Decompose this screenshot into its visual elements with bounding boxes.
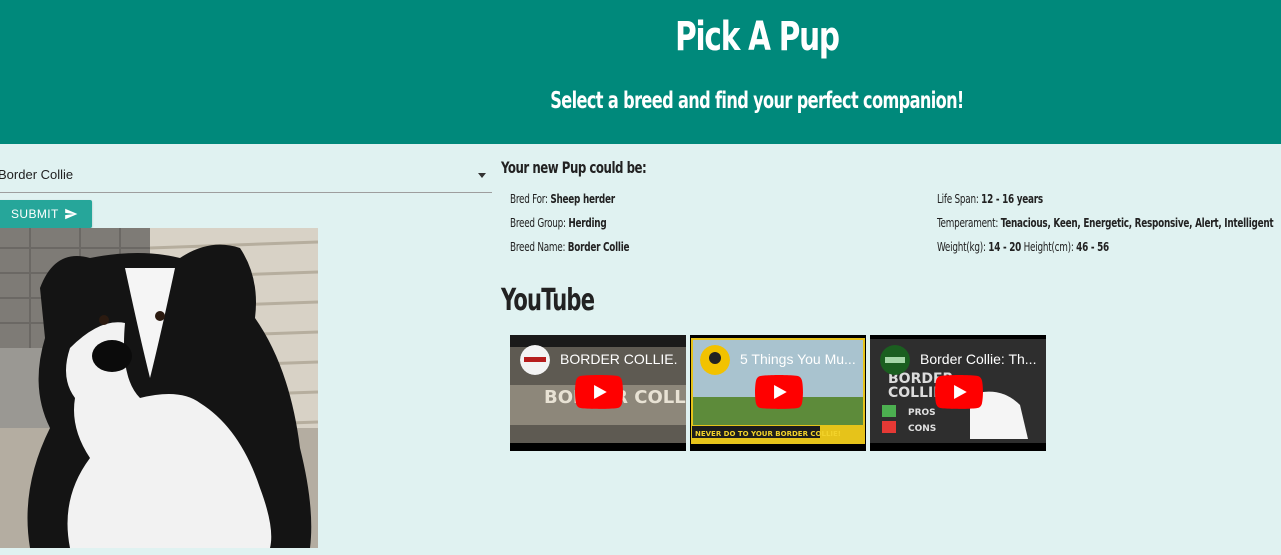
weight-label: Weight(kg): bbox=[937, 240, 986, 254]
submit-button-label: SUBMIT bbox=[11, 207, 59, 221]
breed-select[interactable]: Border Collie bbox=[0, 158, 492, 193]
channel-avatar bbox=[520, 345, 550, 375]
dropdown-caret-icon bbox=[478, 173, 486, 178]
result-heading: Your new Pup could be: bbox=[501, 158, 647, 177]
video-3-pros: PROS bbox=[908, 408, 936, 418]
video-2-banner-text: NEVER DO TO YOUR BORDER COLLIE! bbox=[695, 430, 841, 438]
youtube-heading: YouTube bbox=[501, 283, 595, 318]
life-span-row: Life Span: 12 - 16 years bbox=[937, 192, 1043, 206]
page-header: Pick A Pup Select a breed and find your … bbox=[0, 0, 1281, 144]
breed-name-value: Border Collie bbox=[567, 240, 630, 254]
breed-group-row: Breed Group: Herding bbox=[510, 216, 607, 230]
channel-avatar bbox=[700, 345, 730, 375]
play-icon bbox=[935, 375, 983, 409]
video-title: BORDER COLLIE... bbox=[560, 351, 678, 367]
breed-name-row: Breed Name: Border Collie bbox=[510, 240, 630, 254]
breed-group-label: Breed Group: bbox=[510, 216, 566, 230]
breed-select-value: Border Collie bbox=[0, 167, 74, 182]
page-title: Pick A Pup bbox=[675, 14, 840, 60]
height-label: Height(cm): bbox=[1023, 240, 1074, 254]
youtube-video-3[interactable]: BORDER COLLIE PROS CONS Border Collie: T… bbox=[870, 335, 1046, 451]
video-3-cons: CONS bbox=[908, 424, 936, 434]
dog-photo bbox=[0, 228, 318, 548]
channel-avatar bbox=[880, 345, 910, 375]
send-icon bbox=[65, 208, 78, 220]
video-title: 5 Things You Mu... bbox=[740, 351, 856, 367]
weight-value: 14 - 20 bbox=[988, 240, 1022, 254]
bred-for-value: Sheep herder bbox=[550, 192, 615, 206]
submit-button[interactable]: SUBMIT bbox=[0, 200, 92, 228]
height-value: 46 - 56 bbox=[1076, 240, 1109, 254]
bred-for-label: Bred For: bbox=[510, 192, 548, 206]
play-icon bbox=[575, 375, 623, 409]
youtube-video-2[interactable]: NEVER DO TO YOUR BORDER COLLIE! 5 Things… bbox=[690, 335, 866, 451]
weight-height-row: Weight(kg): 14 - 20 Height(cm): 46 - 56 bbox=[937, 240, 1109, 254]
life-span-label: Life Span: bbox=[937, 192, 979, 206]
temperament-value: Tenacious, Keen, Energetic, Responsive, … bbox=[1000, 216, 1274, 230]
breed-group-value: Herding bbox=[568, 216, 607, 230]
bred-for-row: Bred For: Sheep herder bbox=[510, 192, 615, 206]
temperament-row: Temperament: Tenacious, Keen, Energetic,… bbox=[937, 216, 1274, 230]
page-subtitle: Select a breed and find your perfect com… bbox=[550, 88, 964, 114]
video-title: Border Collie: Th... bbox=[920, 351, 1037, 367]
temperament-label: Temperament: bbox=[937, 216, 999, 230]
life-span-value: 12 - 16 years bbox=[981, 192, 1043, 206]
youtube-video-1[interactable]: BORDER COLLIES BORDER COLLIE... bbox=[510, 335, 686, 451]
breed-name-label: Breed Name: bbox=[510, 240, 566, 254]
play-icon bbox=[755, 375, 803, 409]
